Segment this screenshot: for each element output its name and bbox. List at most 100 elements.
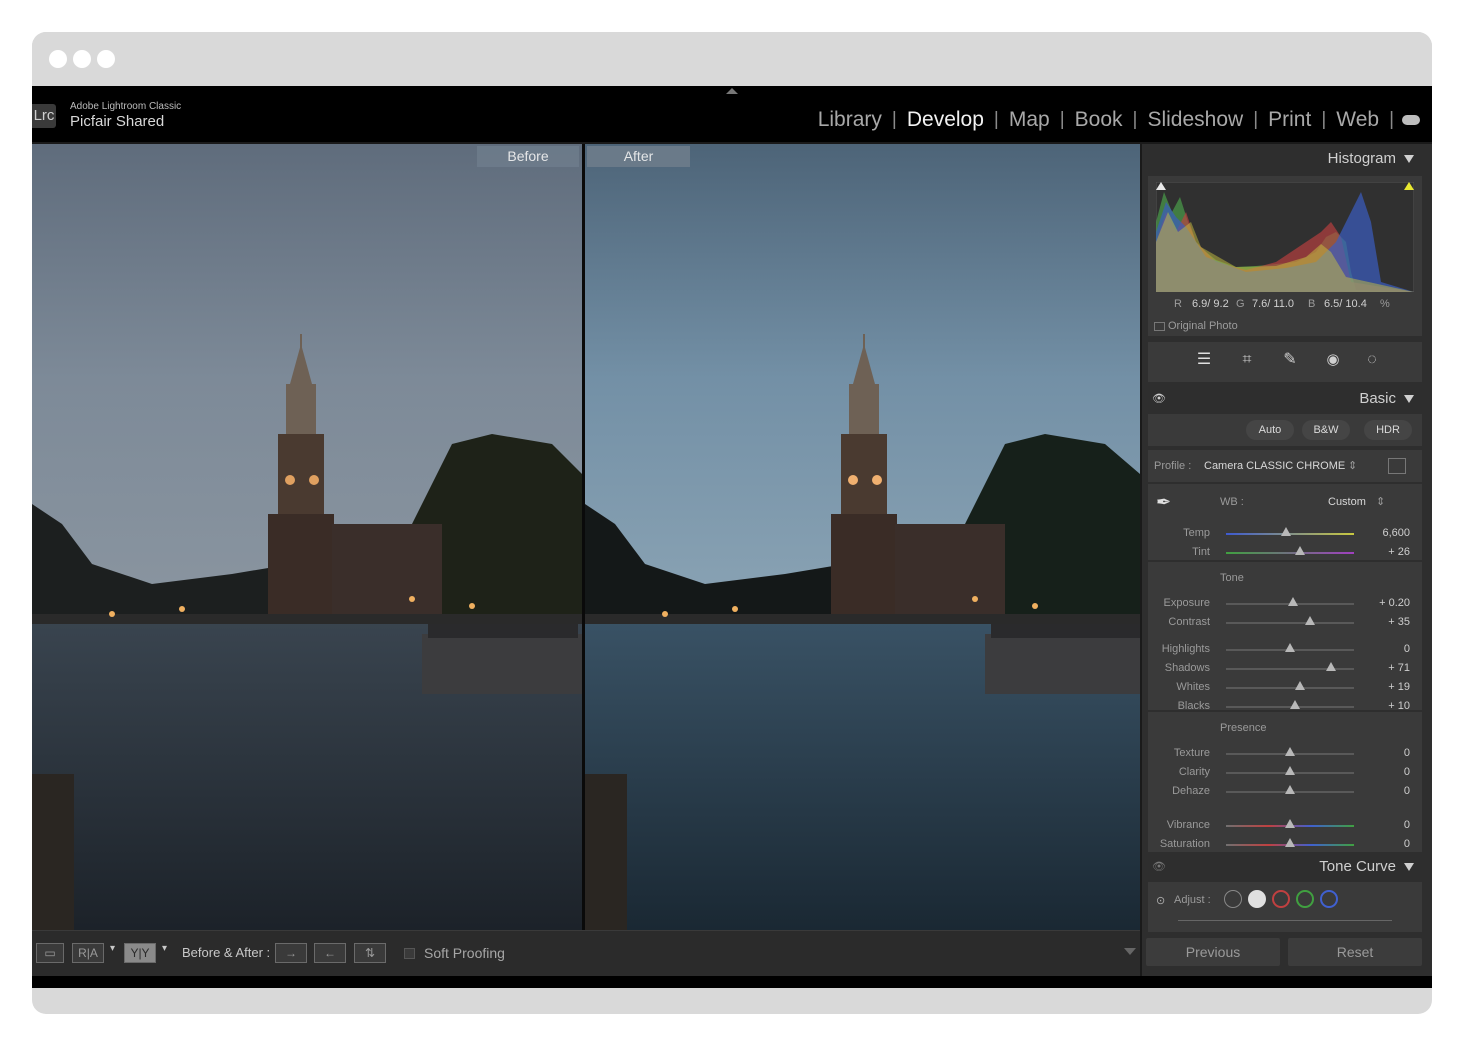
dehaze-thumb[interactable] bbox=[1285, 785, 1295, 794]
texture-slider[interactable]: Texture 0 bbox=[1148, 744, 1422, 763]
module-map[interactable]: Map bbox=[999, 108, 1060, 132]
histogram-header[interactable]: Histogram bbox=[1148, 146, 1422, 172]
highlights-value[interactable]: 0 bbox=[1404, 643, 1410, 655]
shadows-slider[interactable]: Shadows + 71 bbox=[1148, 659, 1422, 678]
tone-curve-visibility-eye-icon[interactable]: 👁 bbox=[1152, 860, 1166, 873]
tone-curve-collapse-icon[interactable] bbox=[1404, 863, 1414, 871]
clarity-slider[interactable]: Clarity 0 bbox=[1148, 763, 1422, 782]
texture-thumb[interactable] bbox=[1285, 747, 1295, 756]
wb-dropdown-icon[interactable]: ⇕ bbox=[1376, 495, 1385, 508]
close-window-dot[interactable] bbox=[49, 50, 67, 68]
saturation-thumb[interactable] bbox=[1285, 838, 1295, 847]
collapse-top-panel-icon[interactable] bbox=[726, 88, 738, 94]
lrc-logo: Lrc bbox=[32, 104, 56, 128]
whites-track[interactable] bbox=[1226, 687, 1354, 689]
profile-browser-grid-icon[interactable] bbox=[1388, 458, 1406, 474]
module-print[interactable]: Print bbox=[1258, 108, 1321, 132]
edit-sliders-icon[interactable]: ☰ bbox=[1194, 350, 1214, 370]
clarity-value[interactable]: 0 bbox=[1404, 766, 1410, 778]
blacks-thumb[interactable] bbox=[1290, 700, 1301, 709]
temp-slider[interactable]: Temp 6,600 bbox=[1148, 524, 1422, 543]
target-adjust-icon[interactable]: ⊙ bbox=[1156, 894, 1165, 907]
blacks-value[interactable]: + 10 bbox=[1388, 700, 1410, 712]
module-book[interactable]: Book bbox=[1065, 108, 1133, 132]
green-channel-icon[interactable] bbox=[1296, 890, 1314, 908]
highlights-thumb[interactable] bbox=[1285, 643, 1295, 652]
basic-header[interactable]: 👁 Basic bbox=[1148, 386, 1422, 412]
cloud-sync-icon[interactable] bbox=[1402, 115, 1420, 125]
highlights-slider[interactable]: Highlights 0 bbox=[1148, 640, 1422, 659]
temp-thumb[interactable] bbox=[1281, 527, 1292, 536]
blue-channel-icon[interactable] bbox=[1320, 890, 1338, 908]
highlight-clipping-icon[interactable] bbox=[1404, 182, 1414, 190]
whites-thumb[interactable] bbox=[1295, 681, 1306, 690]
toolbar-content-dropdown-icon[interactable] bbox=[1124, 948, 1136, 955]
bw-button[interactable]: B&W bbox=[1302, 420, 1350, 440]
vibrance-slider[interactable]: Vibrance 0 bbox=[1148, 816, 1422, 835]
healing-icon[interactable]: ✎ bbox=[1280, 350, 1300, 370]
copy-before-to-after-button[interactable]: → bbox=[275, 943, 307, 963]
whites-slider[interactable]: Whites + 19 bbox=[1148, 678, 1422, 697]
maximize-window-dot[interactable] bbox=[97, 50, 115, 68]
vibrance-thumb[interactable] bbox=[1285, 819, 1295, 828]
clarity-thumb[interactable] bbox=[1285, 766, 1295, 775]
auto-button[interactable]: Auto bbox=[1246, 420, 1294, 440]
saturation-value[interactable]: 0 bbox=[1404, 838, 1410, 850]
contrast-value[interactable]: + 35 bbox=[1388, 616, 1410, 628]
vibrance-value[interactable]: 0 bbox=[1404, 819, 1410, 831]
histogram-collapse-icon[interactable] bbox=[1404, 155, 1414, 163]
exposure-value[interactable]: + 0.20 bbox=[1379, 597, 1410, 609]
module-web[interactable]: Web bbox=[1326, 108, 1389, 132]
hdr-button[interactable]: HDR bbox=[1364, 420, 1412, 440]
soft-proofing-checkbox[interactable] bbox=[404, 948, 415, 959]
shadows-thumb[interactable] bbox=[1325, 662, 1336, 671]
before-after-yy-button[interactable]: Y|Y bbox=[124, 943, 156, 963]
tint-track[interactable] bbox=[1226, 552, 1354, 554]
contrast-label: Contrast bbox=[1168, 616, 1210, 628]
point-curve-white-icon[interactable] bbox=[1248, 890, 1266, 908]
masking-icon[interactable]: ◌ bbox=[1362, 350, 1382, 370]
temp-value[interactable]: 6,600 bbox=[1382, 527, 1410, 539]
basic-visibility-eye-icon[interactable]: 👁 bbox=[1152, 392, 1166, 405]
reset-button[interactable]: Reset bbox=[1288, 938, 1422, 966]
tint-value[interactable]: + 26 bbox=[1388, 546, 1410, 558]
compare-dropdown-icon[interactable]: ▾ bbox=[162, 943, 167, 954]
minimize-window-dot[interactable] bbox=[73, 50, 91, 68]
saturation-slider[interactable]: Saturation 0 bbox=[1148, 835, 1422, 854]
previous-button[interactable]: Previous bbox=[1146, 938, 1280, 966]
dehaze-value[interactable]: 0 bbox=[1404, 785, 1410, 797]
red-channel-icon[interactable] bbox=[1272, 890, 1290, 908]
exposure-thumb[interactable] bbox=[1287, 597, 1298, 606]
contrast-thumb[interactable] bbox=[1305, 616, 1316, 625]
basic-collapse-icon[interactable] bbox=[1404, 395, 1414, 403]
exposure-slider[interactable]: Exposure + 0.20 bbox=[1148, 594, 1422, 613]
contrast-slider[interactable]: Contrast + 35 bbox=[1148, 613, 1422, 632]
copy-after-to-before-button[interactable]: ← bbox=[314, 943, 346, 963]
parametric-curve-icon[interactable] bbox=[1224, 890, 1242, 908]
module-library[interactable]: Library bbox=[808, 108, 892, 132]
contrast-track[interactable] bbox=[1226, 622, 1354, 624]
shadow-clipping-icon[interactable] bbox=[1156, 182, 1166, 190]
module-develop[interactable]: Develop bbox=[897, 108, 994, 132]
module-picker: Library | Develop | Map | Book | Slideshow | … bbox=[808, 108, 1420, 132]
wb-eyedropper-icon[interactable]: ✒ bbox=[1156, 492, 1171, 513]
view-mode-dropdown-icon[interactable]: ▾ bbox=[110, 943, 115, 954]
dehaze-slider[interactable]: Dehaze 0 bbox=[1148, 782, 1422, 801]
tint-slider[interactable]: Tint + 26 bbox=[1148, 543, 1422, 562]
tint-thumb[interactable] bbox=[1295, 546, 1306, 555]
module-slideshow[interactable]: Slideshow bbox=[1137, 108, 1253, 132]
loupe-view-button[interactable]: ▭ bbox=[36, 943, 64, 963]
whites-value[interactable]: + 19 bbox=[1388, 681, 1410, 693]
before-after-lr-button[interactable]: R|A bbox=[72, 943, 104, 963]
profile-dropdown-icon[interactable]: ⇕ bbox=[1348, 459, 1357, 472]
tone-curve-header[interactable]: 👁 Tone Curve bbox=[1148, 854, 1422, 880]
swap-before-after-button[interactable]: ⇅ bbox=[354, 943, 386, 963]
redeye-icon[interactable]: ◉ bbox=[1323, 350, 1343, 370]
filmstrip-handle[interactable] bbox=[32, 976, 1432, 988]
soft-proofing-label: Soft Proofing bbox=[424, 945, 505, 961]
crop-icon[interactable]: ⌗ bbox=[1237, 350, 1257, 370]
shadows-value[interactable]: + 71 bbox=[1388, 662, 1410, 674]
profile-select[interactable]: Camera CLASSIC CHROME bbox=[1204, 460, 1345, 472]
texture-value[interactable]: 0 bbox=[1404, 747, 1410, 759]
wb-select[interactable]: Custom bbox=[1328, 496, 1366, 508]
